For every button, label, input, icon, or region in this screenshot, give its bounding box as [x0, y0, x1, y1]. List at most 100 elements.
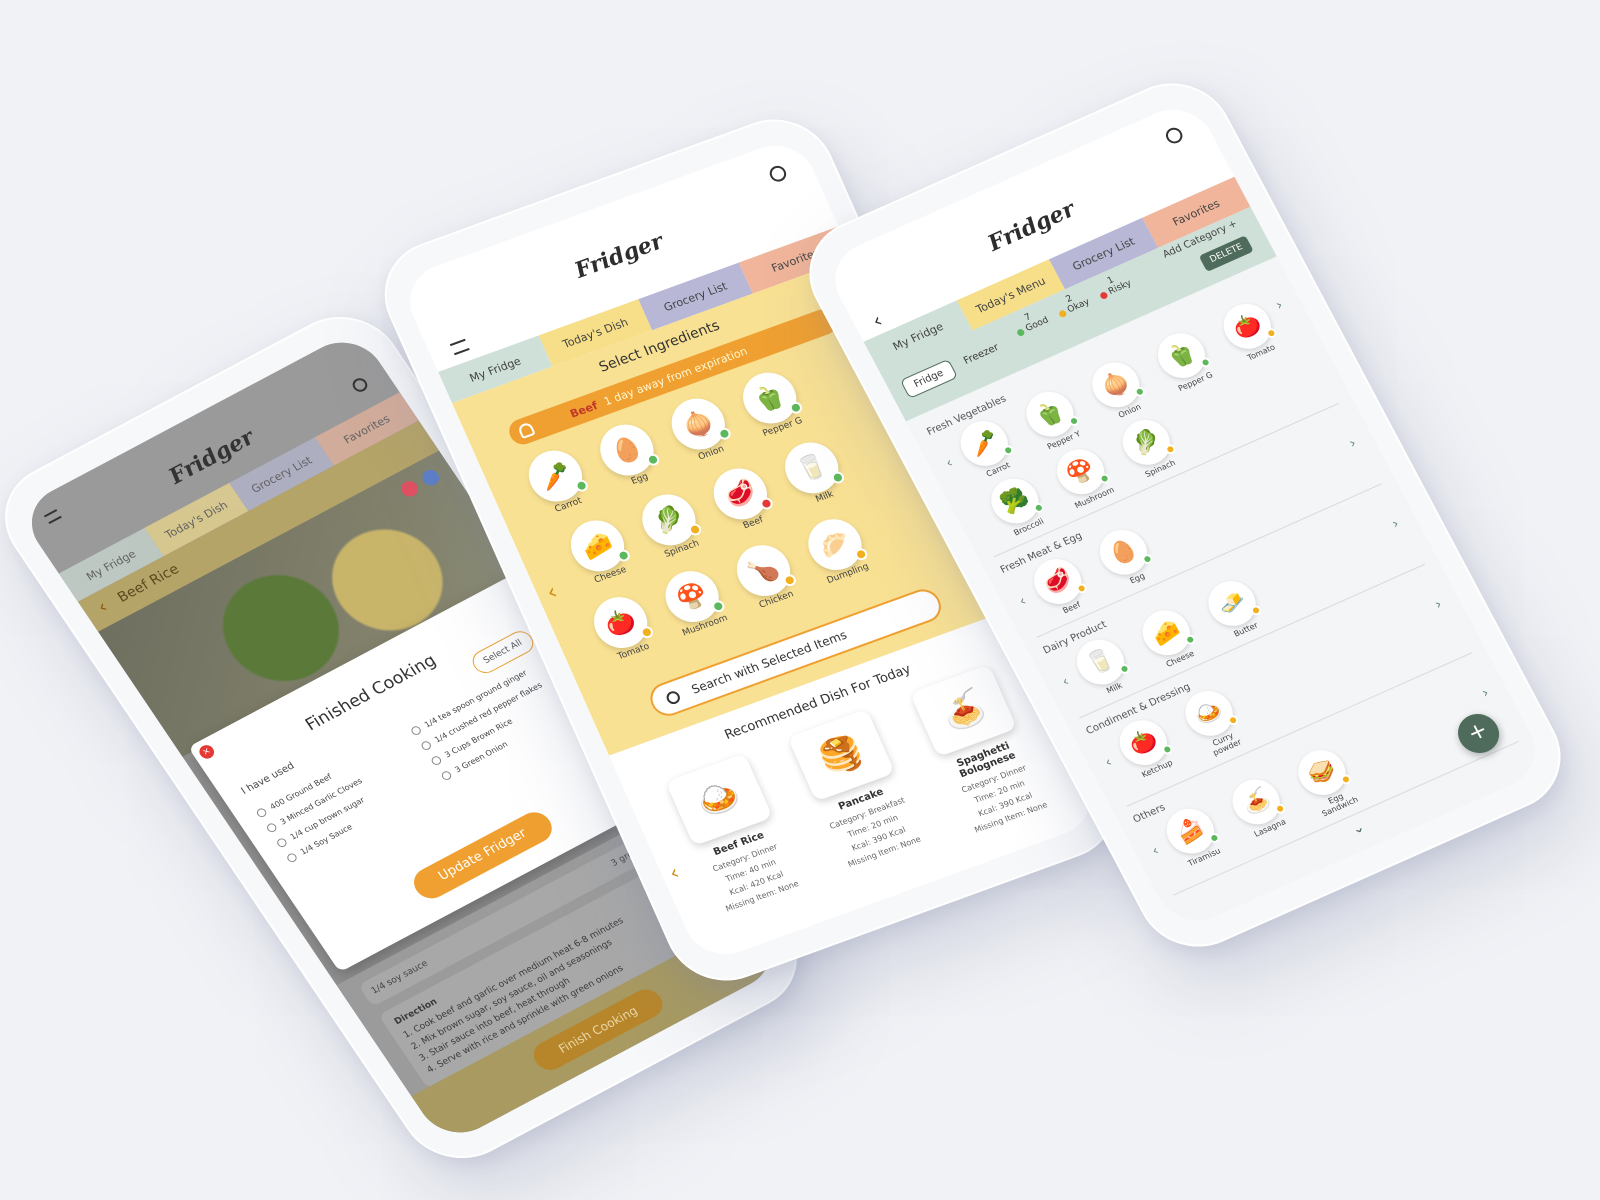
checkbox[interactable] [409, 724, 423, 737]
back-icon[interactable]: ‹ [94, 597, 112, 618]
ingredient-item[interactable]: 🍄 Mushroom [654, 563, 734, 641]
freshness-dot [1160, 743, 1175, 756]
checkbox[interactable] [419, 739, 433, 752]
fridge-item-emoji: 🧅 [1097, 368, 1135, 402]
status-dot [1098, 290, 1109, 300]
checklist-item[interactable]: 1/4 cup brown sugar [275, 764, 426, 849]
fridge-item[interactable]: 🥬 Spinach [1111, 411, 1187, 483]
checklist-item[interactable]: 1/4 crushed red pepper flakes [419, 666, 571, 752]
tab-fridge[interactable]: Fridge [899, 358, 958, 399]
bg-list-item: 1/4 soy sauce [369, 958, 431, 997]
freshness-dot [1249, 603, 1263, 617]
fridge-item-emoji: 🍛 [1190, 696, 1228, 730]
ingredient-emoji: 🥬 [649, 501, 689, 538]
ingredient-emoji: 🍅 [600, 604, 641, 641]
status-dot [1057, 308, 1068, 319]
alert-item: Beef [567, 398, 600, 421]
checkbox[interactable] [439, 769, 453, 782]
freshness-dot [1067, 414, 1081, 428]
fridge-item-emoji: 🍅 [1228, 309, 1266, 343]
freshness-dot [686, 522, 704, 538]
menu-icon[interactable] [449, 338, 470, 356]
freshness-dot [1226, 713, 1241, 727]
freshness-dot [1031, 501, 1046, 515]
freshness-dot [1117, 662, 1132, 676]
dish-emoji: 🍛 [691, 774, 748, 826]
status-count: 7 Good [1010, 307, 1050, 338]
back-icon[interactable]: ‹ [868, 308, 887, 332]
freshness-dot [573, 478, 590, 494]
tab-freezer[interactable]: Freezer [962, 342, 1001, 367]
ingredient-item[interactable]: 🥬 Spinach [631, 486, 711, 564]
fridge-item-emoji: 🍰 [1171, 814, 1209, 848]
freshness-dot [1264, 326, 1279, 340]
checkbox[interactable] [265, 821, 279, 834]
freshness-dot [1074, 581, 1089, 595]
ingredient-emoji: 🥕 [535, 458, 576, 495]
fridge-item-emoji: 🧈 [1213, 586, 1251, 621]
freshness-dot [781, 572, 798, 588]
ingredient-item[interactable]: 🥩 Beef [702, 460, 782, 538]
fridge-item-emoji: 🫑 [1031, 397, 1069, 431]
freshness-dot [1163, 442, 1178, 456]
freshness-dot [829, 470, 846, 486]
fridge-item[interactable]: 🥦 Broccoli [979, 470, 1055, 542]
chevron-left-icon[interactable]: ‹ [543, 580, 561, 606]
ingredient-emoji: 🥚 [607, 432, 647, 469]
freshness-dot [1339, 772, 1353, 786]
freshness-dot [638, 624, 655, 640]
status-count: 1 Risky [1093, 270, 1133, 301]
fridge-item-emoji: 🍅 [1124, 725, 1162, 760]
dish-emoji: 🍝 [935, 685, 992, 737]
checkbox[interactable] [255, 806, 269, 819]
ingredient-item[interactable]: 🥚 Egg [589, 416, 669, 494]
ingredient-item[interactable]: 🫑 Pepper G [732, 364, 812, 442]
share-icon[interactable] [419, 467, 443, 489]
close-icon[interactable]: × [196, 742, 217, 761]
checkbox[interactable] [429, 754, 443, 767]
fridge-item-emoji: 🥚 [1105, 535, 1142, 569]
ingredient-item[interactable]: 🥛 Milk [774, 434, 854, 512]
freshness-dot [1207, 831, 1222, 845]
freshness-dot [787, 400, 804, 416]
fridge-item-emoji: 🥬 [1128, 425, 1165, 460]
freshness-dot [710, 598, 727, 614]
freshness-dot [615, 548, 632, 564]
ingredient-emoji: 🥟 [815, 526, 855, 563]
ingredient-item[interactable]: 🧀 Cheese [560, 512, 640, 590]
fridge-item-emoji: 🍄 [1062, 455, 1100, 489]
ingredient-emoji: 🥩 [720, 475, 761, 512]
freshness-dot [853, 546, 870, 562]
freshness-dot [644, 452, 662, 468]
ingredient-item[interactable]: 🍅 Tomato [583, 589, 663, 667]
ingredient-item[interactable]: 🥟 Dumpling [797, 511, 877, 589]
freshness-dot [758, 496, 775, 512]
freshness-dot [716, 426, 733, 442]
dish-emoji: 🥞 [813, 729, 870, 781]
checklist-col-1: 400 Ground Beef 3 Minced Garlic Cloves 1/4… [255, 734, 441, 871]
ingredient-item[interactable]: 🥕 Carrot [518, 442, 598, 520]
fridge-item[interactable]: 🍄 Mushroom [1045, 440, 1121, 512]
chevron-left-icon[interactable]: ‹ [665, 860, 682, 885]
ingredient-item[interactable]: 🧅 Onion [660, 390, 740, 468]
fridge-item-emoji: 🫑 [1163, 338, 1200, 373]
fridge-item-emoji: 🥦 [996, 484, 1034, 518]
fridge-item-emoji: 🥩 [1039, 564, 1077, 599]
ingredient-emoji: 🍄 [672, 578, 712, 615]
freshness-dot [1132, 385, 1147, 399]
ingredient-emoji: 🧅 [678, 406, 719, 443]
fridge-item-emoji: 🍝 [1237, 785, 1275, 819]
fridge-item-emoji: 🥛 [1082, 645, 1119, 679]
status-count: 2 Okay [1052, 288, 1092, 319]
checkbox[interactable] [285, 851, 299, 864]
ingredient-item[interactable]: 🍗 Chicken [726, 537, 806, 615]
checkbox[interactable] [275, 836, 289, 849]
ingredient-emoji: 🧀 [577, 527, 618, 564]
heart-icon[interactable] [398, 478, 422, 500]
ingredient-emoji: 🍗 [743, 552, 784, 589]
search-icon [664, 689, 682, 706]
freshness-dot [1097, 472, 1112, 486]
freshness-dot [1273, 802, 1288, 816]
freshness-dot [1183, 633, 1198, 647]
fridge-item-emoji: 🥪 [1303, 755, 1341, 790]
